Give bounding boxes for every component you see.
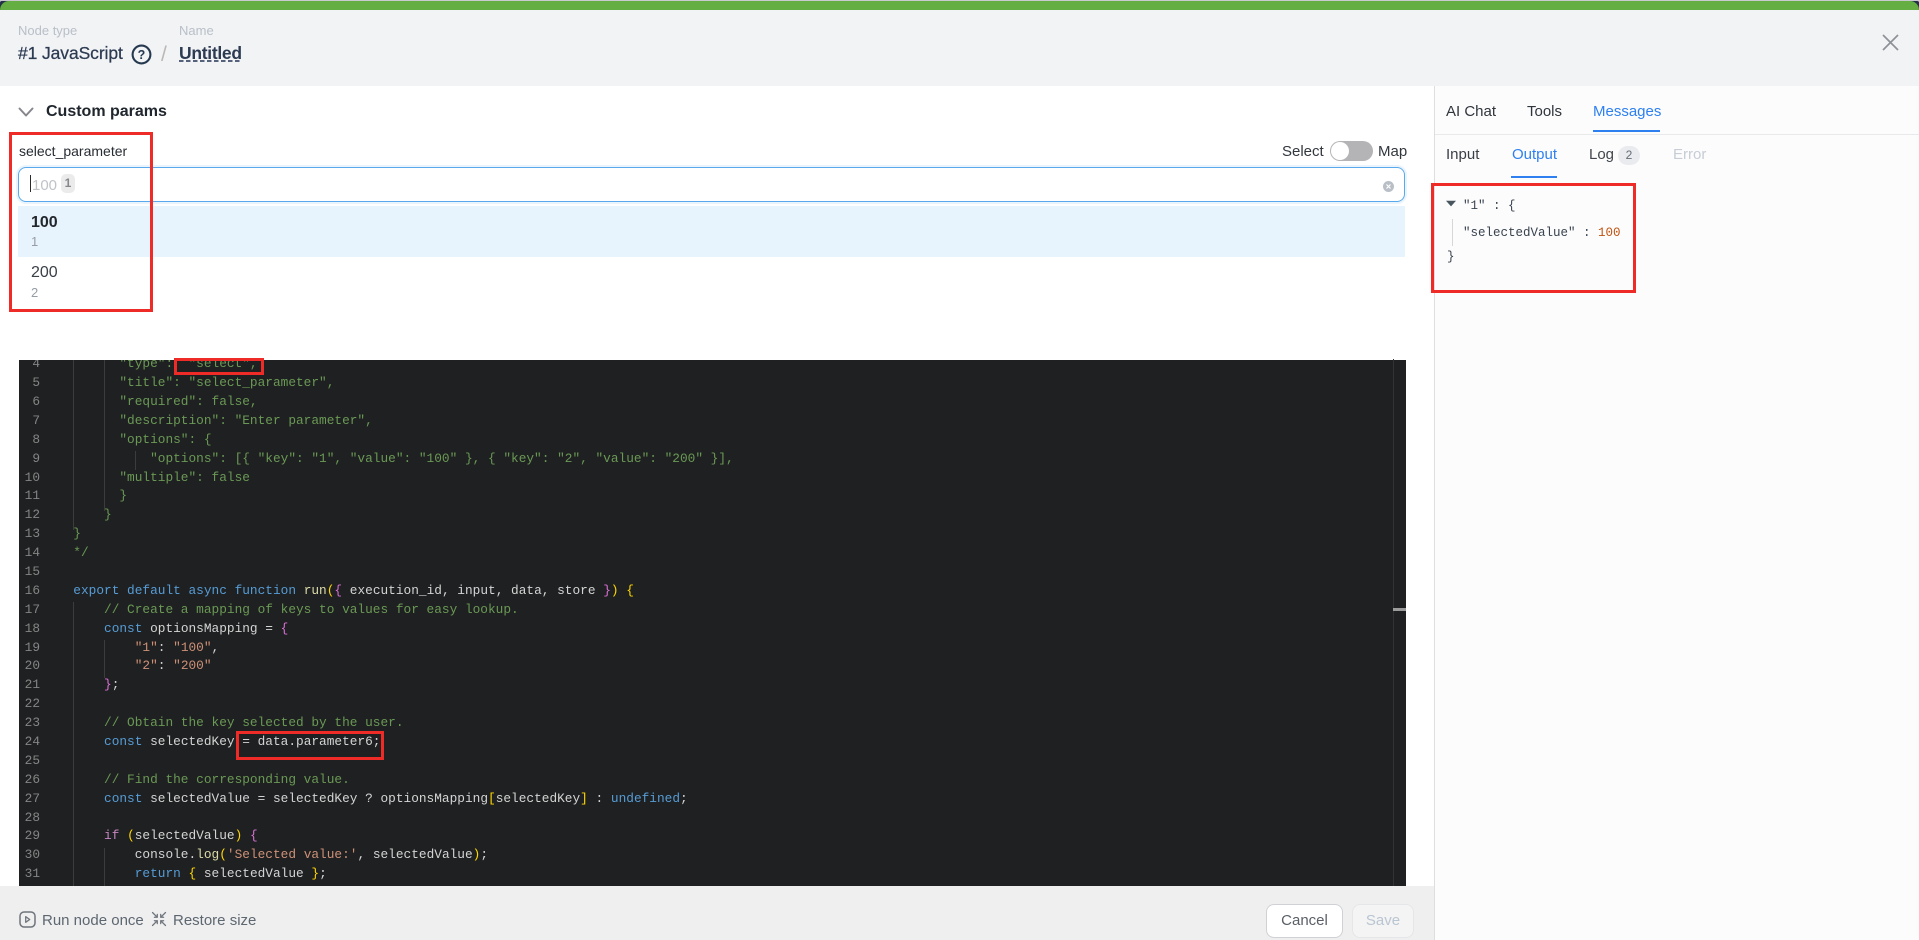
svg-text:?: ? (137, 48, 145, 62)
